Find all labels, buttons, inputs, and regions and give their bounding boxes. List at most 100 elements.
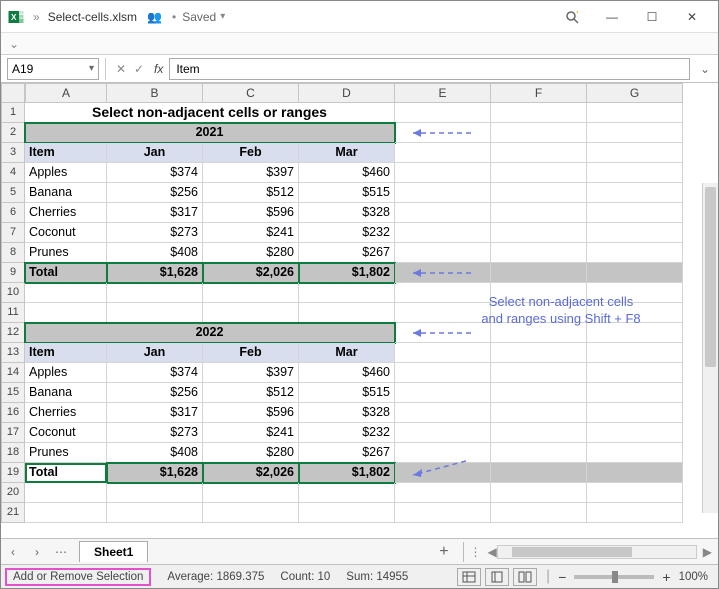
namebox-dropdown-icon[interactable]: ▾ [89, 63, 94, 74]
cell-E17[interactable] [395, 423, 491, 443]
cell-E3[interactable] [395, 143, 491, 163]
row-header-15[interactable]: 15 [1, 383, 25, 403]
cell-C7[interactable]: $241 [203, 223, 299, 243]
cell-D9[interactable]: $1,802 [299, 263, 395, 283]
cancel-formula-button[interactable]: ✕ [112, 62, 130, 76]
name-box[interactable]: A19 ▾ [7, 58, 99, 80]
cell-E1[interactable] [395, 103, 491, 123]
cell-B19[interactable]: $1,628 [107, 463, 203, 483]
cell-G18[interactable] [587, 443, 683, 463]
cell-D18[interactable]: $267 [299, 443, 395, 463]
cell-D20[interactable] [299, 483, 395, 503]
tab-next[interactable]: › [25, 545, 49, 559]
row-header-4[interactable]: 4 [1, 163, 25, 183]
cell-F1[interactable] [491, 103, 587, 123]
cell-C14[interactable]: $397 [203, 363, 299, 383]
tab-options-icon[interactable]: ⋮ [470, 545, 482, 559]
cell-E6[interactable] [395, 203, 491, 223]
cell-G6[interactable] [587, 203, 683, 223]
header-cell-jan[interactable]: Jan [107, 343, 203, 363]
cell-C18[interactable]: $280 [203, 443, 299, 463]
chevrons-icon[interactable]: » [33, 10, 40, 24]
cell-A7[interactable]: Coconut [25, 223, 107, 243]
cell-C19[interactable]: $2,026 [203, 463, 299, 483]
row-header-3[interactable]: 3 [1, 143, 25, 163]
cell-G21[interactable] [587, 503, 683, 523]
scroll-thumb[interactable] [705, 187, 716, 367]
cell-E16[interactable] [395, 403, 491, 423]
cell-D8[interactable]: $267 [299, 243, 395, 263]
cell-E15[interactable] [395, 383, 491, 403]
expand-formula-icon[interactable]: ⌄ [696, 62, 714, 76]
view-page-layout-button[interactable] [485, 568, 509, 586]
cell-A16[interactable]: Cherries [25, 403, 107, 423]
tab-prev[interactable]: ‹ [1, 545, 25, 559]
cell-F18[interactable] [491, 443, 587, 463]
cell-F7[interactable] [491, 223, 587, 243]
col-header-E[interactable]: E [395, 83, 491, 103]
cell-A14[interactable]: Apples [25, 363, 107, 383]
cell-D15[interactable]: $515 [299, 383, 395, 403]
accept-formula-button[interactable]: ✓ [130, 62, 148, 76]
row-header-5[interactable]: 5 [1, 183, 25, 203]
cell-E20[interactable] [395, 483, 491, 503]
year-cell-2021[interactable]: 2021 [25, 123, 395, 143]
row-header-19[interactable]: 19 [1, 463, 25, 483]
cell-C6[interactable]: $596 [203, 203, 299, 223]
cell-E4[interactable] [395, 163, 491, 183]
cell-A9[interactable]: Total [25, 263, 107, 283]
header-cell-mar[interactable]: Mar [299, 143, 395, 163]
row-header-21[interactable]: 21 [1, 503, 25, 523]
cell-D21[interactable] [299, 503, 395, 523]
cell-C4[interactable]: $397 [203, 163, 299, 183]
header-cell-mar[interactable]: Mar [299, 343, 395, 363]
cell-G15[interactable] [587, 383, 683, 403]
cell-F20[interactable] [491, 483, 587, 503]
cell-G4[interactable] [587, 163, 683, 183]
cell-C9[interactable]: $2,026 [203, 263, 299, 283]
header-cell-feb[interactable]: Feb [203, 143, 299, 163]
cell-G7[interactable] [587, 223, 683, 243]
tab-more[interactable]: ⋯ [49, 545, 73, 559]
search-button[interactable] [552, 3, 592, 31]
cell-A8[interactable]: Prunes [25, 243, 107, 263]
row-header-12[interactable]: 12 [1, 323, 25, 343]
cell-D19[interactable]: $1,802 [299, 463, 395, 483]
row-header-8[interactable]: 8 [1, 243, 25, 263]
cell-G14[interactable] [587, 363, 683, 383]
row-header-18[interactable]: 18 [1, 443, 25, 463]
cell-G8[interactable] [587, 243, 683, 263]
ribbon-collapsed[interactable]: ⌄ [1, 33, 718, 55]
cell-E5[interactable] [395, 183, 491, 203]
row-header-20[interactable]: 20 [1, 483, 25, 503]
select-all-corner[interactable] [1, 83, 25, 103]
col-header-C[interactable]: C [203, 83, 299, 103]
saved-dropdown[interactable]: ▾ [220, 11, 225, 22]
zoom-slider[interactable] [574, 575, 654, 579]
cell-A19[interactable]: Total [25, 463, 107, 483]
cell-A20[interactable] [25, 483, 107, 503]
formula-input[interactable]: Item [169, 58, 690, 80]
cell-F19[interactable] [491, 463, 587, 483]
cell-G20[interactable] [587, 483, 683, 503]
cell-C8[interactable]: $280 [203, 243, 299, 263]
cell-G13[interactable] [587, 343, 683, 363]
cell-B21[interactable] [107, 503, 203, 523]
zoom-out-button[interactable]: − [558, 569, 566, 585]
row-header-7[interactable]: 7 [1, 223, 25, 243]
zoom-in-button[interactable]: + [662, 569, 670, 585]
hscroll-left[interactable]: ◀ [488, 545, 497, 559]
cell-F8[interactable] [491, 243, 587, 263]
view-page-break-button[interactable] [513, 568, 537, 586]
cell-B18[interactable]: $408 [107, 443, 203, 463]
cell-E2[interactable] [395, 123, 491, 143]
cell-D5[interactable]: $515 [299, 183, 395, 203]
cell-F13[interactable] [491, 343, 587, 363]
cell-E19[interactable] [395, 463, 491, 483]
cell-B15[interactable]: $256 [107, 383, 203, 403]
cell-C16[interactable]: $596 [203, 403, 299, 423]
cell-C21[interactable] [203, 503, 299, 523]
row-header-13[interactable]: 13 [1, 343, 25, 363]
cell-A18[interactable]: Prunes [25, 443, 107, 463]
add-sheet-button[interactable]: + [439, 543, 448, 561]
